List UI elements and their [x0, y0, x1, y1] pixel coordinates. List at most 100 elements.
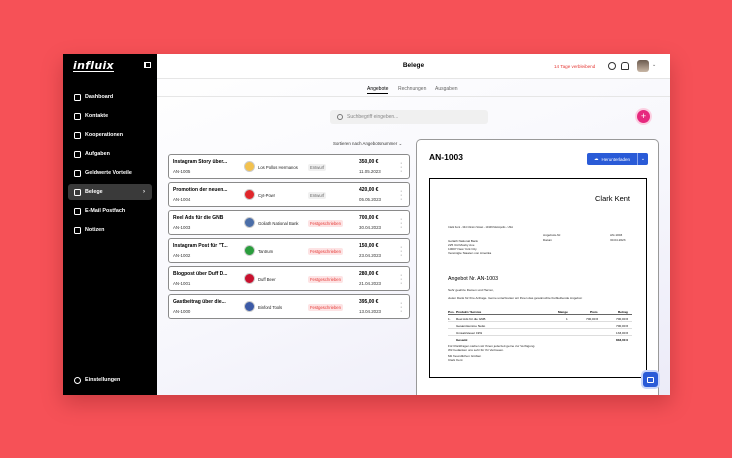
chevron-down-icon[interactable]: ⌄	[652, 62, 656, 68]
offer-amount: 700,00 €	[359, 215, 379, 221]
offer-number: AN-1005	[173, 169, 191, 174]
tab-angebote[interactable]: Angebote	[367, 86, 389, 94]
client-name: Cyt-Pow!	[258, 193, 275, 198]
offer-amount: 280,00 €	[359, 271, 379, 277]
table-row[interactable]: Reel Ads für die GNB AN-1003 Goliath Natio…	[168, 210, 410, 235]
sidebar-item-label: Kontakte	[85, 113, 109, 119]
tab-rechnungen[interactable]: Rechnungen	[398, 86, 426, 92]
dashboard-icon	[74, 93, 81, 101]
table-row[interactable]: Gastbeitrag über die... AN-1000 Binford To…	[168, 294, 410, 319]
help-icon[interactable]	[608, 62, 616, 70]
sidebar-item-label: Kooperationen	[85, 132, 124, 138]
sender-name: Clark Kent	[594, 194, 630, 203]
more-options-icon[interactable]: · · ·	[400, 272, 402, 287]
greeting: Sehr geehrte Damen und Herren,	[448, 288, 494, 292]
add-button[interactable]: +	[637, 110, 650, 123]
table-row[interactable]: Instagram Post für "T... AN-1002 Tantrum Fe…	[168, 238, 410, 263]
offer-date: 05.05.2023	[359, 197, 381, 202]
summary-label: Umsatzsteuer 19%	[456, 331, 483, 335]
sidebar: influix Dashboard Kontakte Kooperationen…	[63, 54, 157, 395]
app-window: influix Dashboard Kontakte Kooperationen…	[63, 54, 670, 395]
logo: influix	[73, 59, 114, 72]
summary-value: 133,00 €	[616, 331, 629, 335]
search-placeholder: Suchbegriff eingeben...	[347, 114, 399, 120]
sidebar-item-email-postfach[interactable]: E-Mail Postfach	[68, 203, 152, 219]
benefits-icon	[74, 169, 81, 177]
sidebar-item-label: Dashboard	[85, 94, 114, 100]
sidebar-item-label: Notizen	[85, 227, 105, 233]
more-options-icon[interactable]: · · ·	[400, 160, 402, 175]
chevron-right-icon: ›	[143, 189, 145, 195]
sort-dropdown[interactable]: Sortieren nach Angebotsnummer ⌄	[333, 141, 402, 147]
chevron-down-icon: ⌄	[398, 141, 403, 146]
more-options-icon[interactable]: · · ·	[400, 216, 402, 231]
contacts-icon	[74, 112, 81, 120]
summary-label: Gesamtsumme Netto	[456, 324, 486, 328]
sidebar-collapse-icon[interactable]	[144, 62, 151, 68]
sidebar-item-label: E-Mail Postfach	[85, 208, 126, 214]
sidebar-item-notizen[interactable]: Notizen	[68, 222, 152, 238]
offer-number: AN-1003	[173, 225, 191, 230]
status-badge: Festgeschrieben	[308, 248, 343, 255]
chat-icon	[647, 376, 654, 383]
item-product: Reel Ads für die GNB	[456, 317, 486, 321]
intro-text: vielen Dank für Ihre Anfrage. Gerne unte…	[448, 296, 583, 300]
offer-number: AN-1001	[173, 281, 191, 286]
tab-ausgaben[interactable]: Ausgaben	[435, 86, 458, 92]
offer-date: 30.04.2023	[359, 225, 381, 230]
gear-icon	[74, 376, 81, 384]
sidebar-item-dashboard[interactable]: Dashboard	[68, 89, 152, 105]
client-name: Tantrum	[258, 249, 274, 254]
status-badge: Festgeschrieben	[308, 276, 343, 283]
closing-line: Wir bedanken uns sehr für Ihr Vertrauen.	[448, 348, 504, 352]
search-input[interactable]: Suchbegriff eingeben...	[330, 110, 488, 124]
column-header: Menge	[558, 310, 568, 314]
main-content: Belege 14 Tage verbleibend ⌄ Angebote Re…	[157, 54, 670, 395]
more-options-icon[interactable]: · · ·	[400, 244, 402, 259]
offer-amount: 420,00 €	[359, 187, 379, 193]
download-icon: ☁	[593, 156, 599, 161]
divider	[157, 96, 670, 97]
sidebar-item-einstellungen[interactable]: Einstellungen	[68, 372, 152, 388]
column-header: Betrag	[618, 310, 628, 314]
sidebar-item-kooperationen[interactable]: Kooperationen	[68, 127, 152, 143]
client-logo-icon	[244, 161, 255, 172]
mail-icon	[74, 207, 81, 215]
column-header: Preis	[590, 310, 598, 314]
client-logo-icon	[244, 245, 255, 256]
table-row: 1. Reel Ads für die GNB 1 700,00 € 700,0…	[448, 315, 632, 322]
more-options-icon[interactable]: · · ·	[400, 188, 402, 203]
table-row[interactable]: Instagram Story über... AN-1005 Los Pollos…	[168, 154, 410, 179]
sidebar-item-label: Einstellungen	[85, 377, 121, 383]
sidebar-item-label: Belege	[85, 189, 103, 195]
column-header: Pos.	[448, 310, 455, 314]
item-table: Pos. Produkt / Service Menge Preis Betra…	[448, 308, 632, 343]
download-options-button[interactable]: ⌄	[637, 153, 648, 165]
trial-badge[interactable]: 14 Tage verbleibend	[554, 64, 595, 69]
bell-icon[interactable]	[621, 62, 629, 70]
summary-value: 700,00 €	[616, 324, 629, 328]
item-qty: 1	[566, 317, 568, 321]
client-logo-icon	[244, 189, 255, 200]
sidebar-item-kontakte[interactable]: Kontakte	[68, 108, 152, 124]
meta-value: 30.04.2023	[610, 238, 626, 242]
table-row[interactable]: Promotion der neuen... AN-1004 Cyt-Pow! Ent…	[168, 182, 410, 207]
sidebar-item-belege[interactable]: Belege ›	[68, 184, 152, 200]
recipient-line: Vereinigte Staaten von Amerika	[448, 251, 492, 255]
table-header: Pos. Produkt / Service Menge Preis Betra…	[448, 308, 632, 315]
summary-row: Gesamtsumme Netto 700,00 €	[448, 322, 632, 329]
client-logo-icon	[244, 301, 255, 312]
more-options-icon[interactable]: · · ·	[400, 300, 402, 315]
table-row[interactable]: Blogpost über Duff D... AN-1001 Duff Beer F…	[168, 266, 410, 291]
detail-panel: AN-1003 ☁ Herunterladen ⌄ Clark Kent Clar…	[416, 139, 659, 395]
status-badge: Entwurf	[308, 192, 327, 199]
chat-button[interactable]	[643, 372, 658, 387]
avatar[interactable]	[637, 60, 649, 72]
sidebar-item-geldwerte-vorteile[interactable]: Geldwerte Vorteile	[68, 165, 152, 181]
sidebar-item-aufgaben[interactable]: Aufgaben	[68, 146, 152, 162]
closing-line: Clark Kent	[448, 358, 463, 362]
offer-amount: 150,00 €	[359, 243, 379, 249]
offer-amount: 350,00 €	[359, 159, 379, 165]
sort-label: Sortieren nach Angebotsnummer	[333, 141, 398, 146]
download-button[interactable]: ☁ Herunterladen	[587, 153, 637, 165]
